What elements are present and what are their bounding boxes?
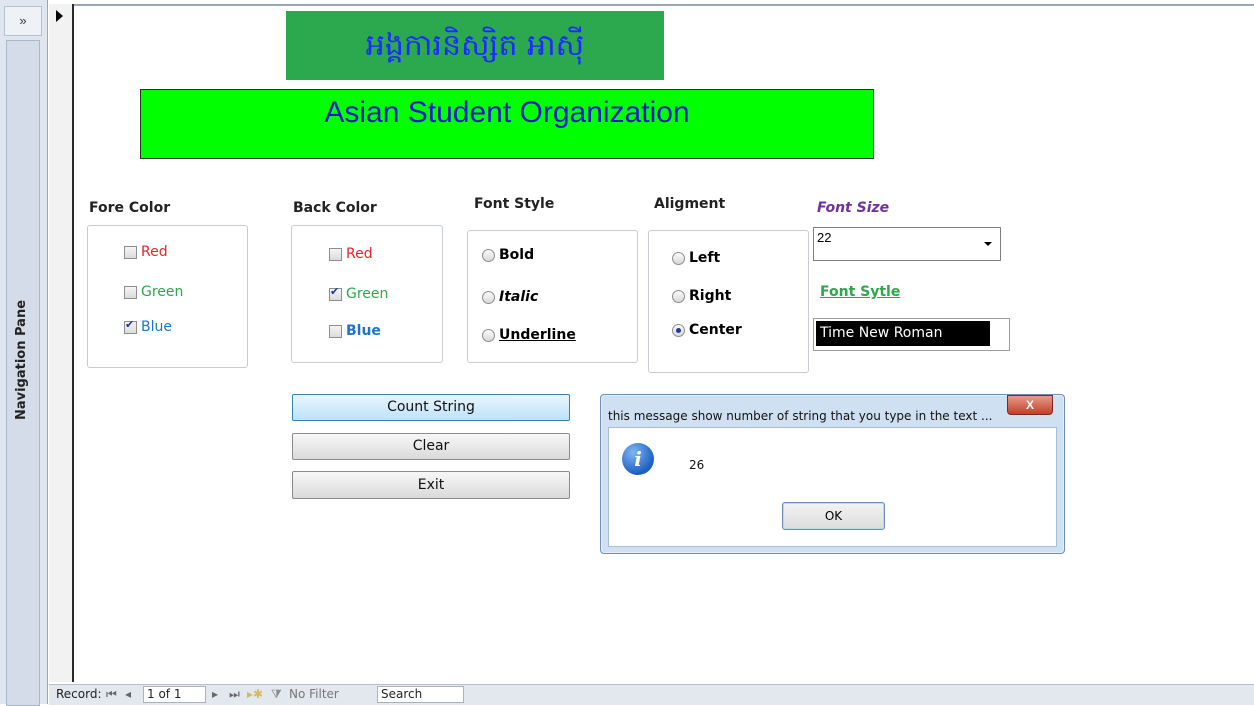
right-radio[interactable] (672, 289, 685, 303)
alignment-group: Left Right Center (648, 230, 809, 373)
khmer-title-banner: អង្គការនិស្សិត អាស៊ី (286, 11, 664, 80)
font-size-value: 22 (817, 230, 832, 245)
fore-red-checkbox[interactable] (124, 245, 137, 259)
message-dialog: this message show number of string that … (600, 394, 1065, 554)
record-navigation-bar: Record: ⏮ ◂ 1 of 1 ▸ ⏭ ▸✱ ⧩ No Filter Se… (49, 684, 1254, 705)
form-top-border (49, 4, 1254, 6)
bold-label: Bold (499, 247, 535, 263)
dialog-message: 26 (689, 458, 705, 472)
left-label: Left (689, 250, 721, 266)
bold-option[interactable]: Bold (482, 247, 534, 263)
right-label: Right (689, 288, 732, 304)
back-red-label: Red (346, 246, 373, 262)
alignment-label: Aligment (654, 196, 726, 212)
current-record-arrow-icon (56, 10, 63, 22)
left-option[interactable]: Left (672, 250, 720, 266)
italic-option[interactable]: Italic (482, 289, 538, 305)
dialog-title: this message show number of string that … (608, 409, 993, 423)
fore-color-label: Fore Color (89, 200, 171, 216)
record-selector[interactable] (49, 4, 74, 682)
count-string-button[interactable]: Count String (292, 394, 570, 421)
font-name-listbox[interactable]: Time New Roman (813, 318, 1010, 351)
search-field[interactable]: Search (377, 686, 464, 703)
first-record-icon[interactable]: ⏮ (106, 687, 117, 702)
back-blue-label: Blue (346, 323, 381, 339)
font-size-dropdown[interactable]: 22 (813, 227, 1001, 261)
font-style-group: Bold Italic Underline (467, 230, 638, 363)
right-option[interactable]: Right (672, 288, 731, 304)
ok-button[interactable]: OK (782, 502, 885, 530)
english-title: Asian Student Organization (324, 96, 690, 129)
back-color-group: Red Green Blue (291, 225, 443, 363)
current-record-field[interactable]: 1 of 1 (143, 686, 206, 703)
back-green-checkbox[interactable] (329, 285, 342, 301)
font-name-selected-item[interactable]: Time New Roman (816, 321, 990, 346)
filter-icon[interactable]: ⧩ (271, 687, 282, 702)
back-red-checkbox[interactable] (329, 247, 342, 261)
center-label: Center (689, 322, 742, 338)
information-icon: i (622, 443, 654, 475)
underline-option[interactable]: Underline (482, 327, 576, 343)
underline-label: Underline (499, 327, 576, 343)
italic-radio[interactable] (482, 290, 495, 304)
left-radio[interactable] (672, 251, 685, 265)
fore-color-group: Red Green Blue (87, 225, 248, 368)
underline-radio[interactable] (482, 328, 495, 342)
close-dialog-button[interactable]: X (1007, 395, 1053, 415)
record-label: Record: (56, 687, 102, 701)
fore-red-label: Red (141, 244, 168, 260)
bold-radio[interactable] (482, 248, 495, 262)
fore-blue-label: Blue (141, 319, 172, 335)
fore-blue-checkbox[interactable] (124, 318, 137, 334)
dropdown-arrow-icon[interactable] (984, 242, 992, 246)
font-size-label: Font Size (817, 200, 890, 216)
previous-record-icon[interactable]: ◂ (125, 687, 131, 701)
center-radio[interactable] (672, 323, 685, 337)
back-color-green-option[interactable]: Green (329, 285, 389, 302)
back-color-red-option[interactable]: Red (329, 246, 373, 262)
no-filter-label[interactable]: No Filter (289, 687, 339, 701)
fore-green-label: Green (141, 284, 184, 300)
clear-button[interactable]: Clear (292, 433, 570, 460)
next-record-icon[interactable]: ▸ (212, 687, 218, 701)
fore-color-red-option[interactable]: Red (124, 244, 168, 260)
exit-button[interactable]: Exit (292, 471, 570, 499)
back-blue-checkbox[interactable] (329, 324, 342, 338)
back-green-label: Green (346, 286, 389, 302)
new-record-icon[interactable]: ▸✱ (247, 687, 263, 701)
fore-green-checkbox[interactable] (124, 285, 137, 299)
english-title-banner: Asian Student Organization (140, 89, 874, 159)
font-style-label: Font Style (474, 196, 555, 212)
last-record-icon[interactable]: ⏭ (229, 687, 240, 702)
dialog-body: i 26 OK (608, 427, 1057, 547)
back-color-blue-option[interactable]: Blue (329, 323, 381, 339)
navigation-pane-label: Navigation Pane (14, 299, 29, 421)
back-color-label: Back Color (293, 200, 377, 216)
italic-label: Italic (499, 289, 539, 305)
fore-color-blue-option[interactable]: Blue (124, 318, 172, 335)
center-option[interactable]: Center (672, 322, 742, 338)
navigation-pane[interactable]: » Navigation Pane (0, 0, 48, 706)
expand-nav-pane-button[interactable]: » (4, 6, 42, 36)
khmer-title: អង្គការនិស្សិត អាស៊ី (365, 28, 585, 63)
fore-color-green-option[interactable]: Green (124, 284, 183, 300)
font-sytle-label: Font Sytle (820, 284, 901, 300)
